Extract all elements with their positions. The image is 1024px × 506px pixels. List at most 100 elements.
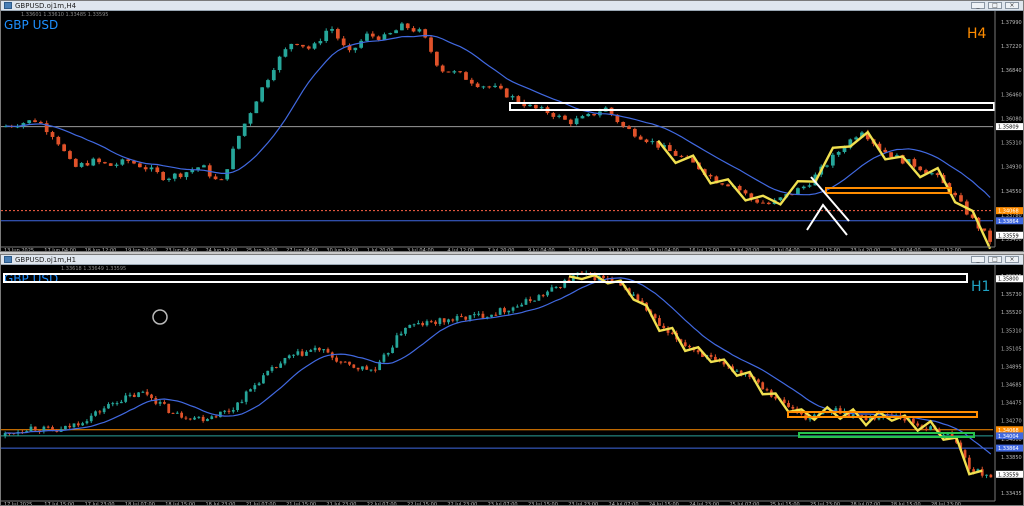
candle-body bbox=[429, 37, 433, 52]
candle-body bbox=[236, 402, 239, 411]
candle-body bbox=[115, 403, 119, 405]
candle-body bbox=[757, 379, 760, 383]
candle-body bbox=[559, 286, 562, 288]
window-titlebar[interactable]: GBPUSD.oj1m,H1 _ □ × bbox=[1, 255, 1023, 265]
time-tick-label: 17 Jul 2025 bbox=[4, 502, 32, 505]
candle-body bbox=[309, 350, 313, 352]
price-level-tag-label: 1.33864 bbox=[998, 219, 1019, 225]
time-tick-label: 3 Jul 04:00 bbox=[407, 248, 434, 251]
candle-body bbox=[283, 49, 288, 57]
candle-body bbox=[97, 158, 101, 163]
time-tick-label: 25 Jul 23:00 bbox=[810, 502, 840, 505]
candle-body bbox=[326, 349, 330, 353]
time-tick-label: 17 Jun 04:00 bbox=[44, 248, 76, 251]
maximize-button[interactable]: □ bbox=[988, 256, 1002, 263]
candle-body bbox=[434, 321, 437, 324]
candle-body bbox=[989, 474, 993, 478]
candle-body bbox=[860, 415, 864, 417]
time-tick-label: 18 Jul 23:00 bbox=[206, 502, 236, 505]
maximize-button[interactable]: □ bbox=[988, 2, 1002, 9]
candle-body bbox=[455, 316, 459, 321]
minimize-button[interactable]: _ bbox=[971, 256, 985, 263]
candle-body bbox=[365, 366, 369, 370]
candle-body bbox=[279, 363, 283, 368]
time-tick-label: 4 Jul 12:00 bbox=[447, 248, 474, 251]
candle-body bbox=[300, 351, 304, 356]
candle-body bbox=[98, 411, 102, 413]
time-tick-label: 23 Jul 23:00 bbox=[568, 502, 598, 505]
candle-body bbox=[301, 44, 305, 47]
price-level-tag-label: 1.35809 bbox=[998, 125, 1019, 131]
price-level-tag-label: 1.33864 bbox=[998, 446, 1019, 452]
candle-body bbox=[394, 30, 398, 34]
candle-body bbox=[494, 314, 498, 316]
time-tick-label: 25 Jun 20:00 bbox=[246, 248, 278, 251]
candle-body bbox=[266, 370, 270, 376]
candle-body bbox=[33, 426, 37, 431]
candle-body bbox=[155, 167, 160, 173]
candle-body bbox=[388, 33, 393, 35]
time-tick-label: 1 Jul 20:00 bbox=[367, 248, 394, 251]
candle-body bbox=[574, 118, 579, 125]
candle-body bbox=[667, 145, 672, 152]
candle-body bbox=[670, 332, 674, 334]
time-tick-label: 10 Jul 12:00 bbox=[568, 248, 598, 251]
candle-body bbox=[416, 323, 420, 325]
time-tick-label: 22 Jul 15:00 bbox=[407, 502, 437, 505]
candle-body bbox=[761, 202, 765, 204]
candle-body bbox=[248, 113, 253, 124]
time-tick-label: 28 Jul 12:00 bbox=[931, 248, 961, 251]
candle-body bbox=[56, 136, 61, 145]
candle-body bbox=[440, 65, 445, 72]
candle-body bbox=[602, 275, 605, 279]
chart-window-h1[interactable]: GBPUSD.oj1m,H1 _ □ × 1.33618 1.33649 1.3… bbox=[0, 254, 1024, 506]
candle-body bbox=[188, 418, 192, 420]
candle-body bbox=[679, 155, 684, 157]
candle-body bbox=[145, 391, 149, 395]
close-button[interactable]: × bbox=[1005, 256, 1019, 263]
candle-body bbox=[967, 457, 971, 470]
candle-body bbox=[335, 357, 338, 362]
candle-body bbox=[79, 163, 84, 167]
candle-body bbox=[171, 412, 175, 414]
candle-body bbox=[262, 375, 265, 384]
h4-price-chart[interactable]: 1.33601 1.33610 1.33485 1.33595 GBP USD … bbox=[1, 11, 1023, 251]
time-tick-label: 23 Jul 07:00 bbox=[488, 502, 518, 505]
candle-body bbox=[554, 286, 558, 288]
candle-body bbox=[219, 179, 224, 181]
candle-body bbox=[158, 402, 162, 404]
candle-body bbox=[271, 70, 276, 81]
candle-body bbox=[274, 367, 278, 369]
candle-body bbox=[361, 366, 364, 370]
window-titlebar[interactable]: GBPUSD.oj1m,H4 _ □ × bbox=[1, 1, 1023, 11]
candle-body bbox=[68, 151, 72, 159]
price-tick-label: 1.34895 bbox=[1001, 364, 1022, 370]
candle-body bbox=[468, 315, 472, 320]
candle-body bbox=[324, 30, 329, 42]
time-tick-label: 24 Jul 23:00 bbox=[689, 502, 719, 505]
candle-body bbox=[942, 434, 945, 436]
candle-body bbox=[102, 408, 106, 413]
time-tick-label: 24 Jun 12:00 bbox=[206, 248, 238, 251]
candle-body bbox=[353, 47, 358, 51]
candle-body bbox=[114, 164, 119, 166]
candle-body bbox=[464, 72, 468, 80]
candle-body bbox=[283, 357, 287, 364]
candle-body bbox=[627, 126, 631, 129]
candle-body bbox=[50, 132, 55, 137]
candle-body bbox=[472, 314, 476, 316]
time-tick-label: 18 Jun 12:00 bbox=[85, 248, 117, 251]
candle-body bbox=[225, 169, 230, 180]
chart-window-h4[interactable]: GBPUSD.oj1m,H4 _ □ × 1.33601 1.33610 1.3… bbox=[0, 0, 1024, 252]
time-tick-label: 23 Jul 15:00 bbox=[528, 502, 558, 505]
candle-body bbox=[546, 291, 549, 296]
price-tick-label: 1.35730 bbox=[1001, 292, 1022, 298]
close-button[interactable]: × bbox=[1005, 2, 1019, 9]
candle-body bbox=[592, 113, 596, 116]
h1-price-chart[interactable]: 1.33618 1.33649 1.33595 GBP USD H1 1.359… bbox=[1, 265, 1023, 505]
candle-body bbox=[249, 389, 252, 392]
candle-body bbox=[175, 412, 179, 414]
candle-body bbox=[446, 71, 451, 73]
minimize-button[interactable]: _ bbox=[971, 2, 985, 9]
candle-body bbox=[270, 367, 274, 371]
